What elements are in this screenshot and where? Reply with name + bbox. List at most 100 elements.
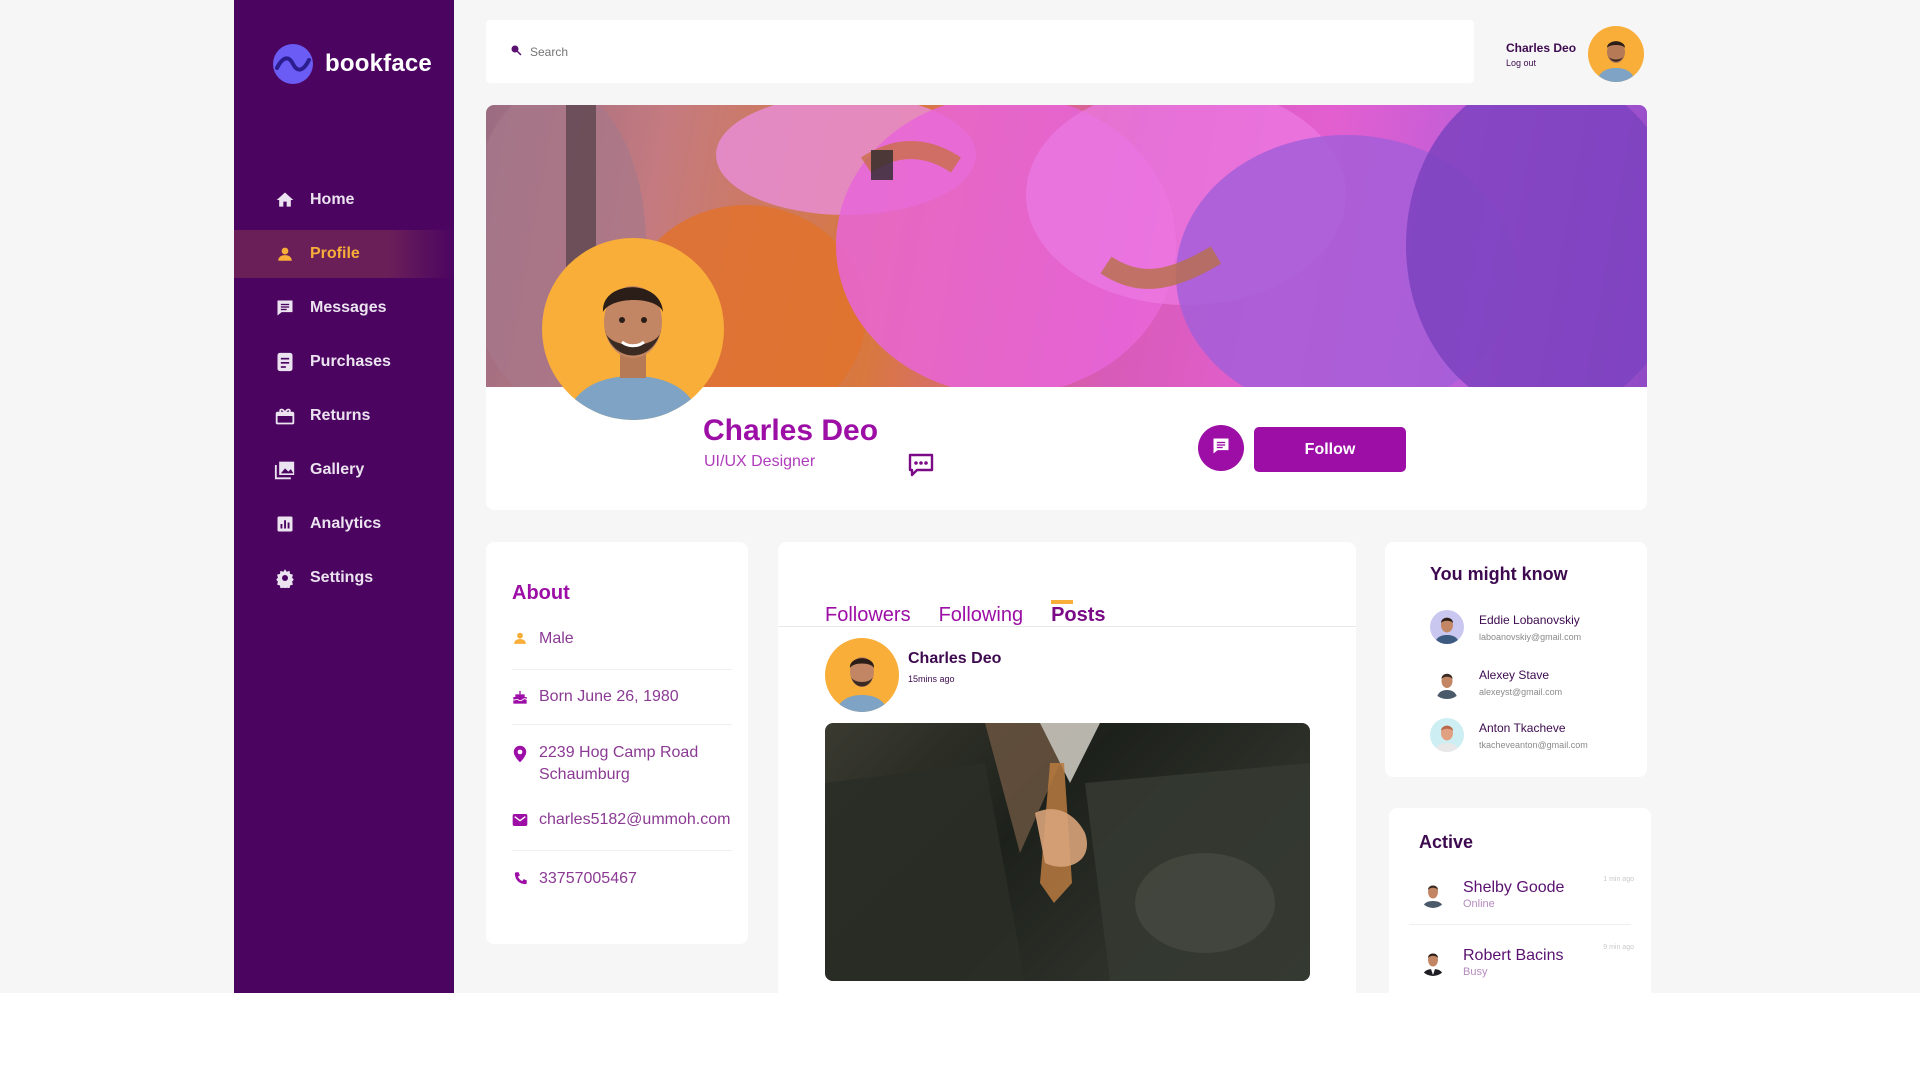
sidebar-item-label: Analytics bbox=[310, 515, 382, 532]
active-users-card: Active Shelby Goode Online 1 min ago Rob… bbox=[1389, 808, 1651, 993]
sidebar-item-messages[interactable]: Messages bbox=[234, 284, 454, 332]
search-input[interactable] bbox=[530, 44, 1130, 59]
person-icon bbox=[512, 631, 528, 645]
suggestion-email: alexeyst@gmail.com bbox=[1479, 686, 1563, 697]
sidebar: bookface Home Profile Messages Purchases… bbox=[234, 0, 454, 993]
app-logo[interactable]: bookface bbox=[273, 44, 432, 84]
post-author-name[interactable]: Charles Deo bbox=[908, 650, 1001, 668]
sidebar-item-purchases[interactable]: Purchases bbox=[234, 338, 454, 386]
active-user-time: 9 min ago bbox=[1603, 944, 1634, 951]
sidebar-item-gallery[interactable]: Gallery bbox=[234, 446, 454, 494]
message-icon bbox=[274, 297, 296, 319]
profile-role: UI/UX Designer bbox=[704, 453, 816, 470]
divider bbox=[512, 724, 732, 725]
avatar bbox=[1430, 665, 1464, 699]
post-timestamp: 15mins ago bbox=[908, 674, 955, 684]
suggestions-card: You might know Eddie Lobanovskiy laboano… bbox=[1385, 542, 1647, 777]
sidebar-nav: Home Profile Messages Purchases Returns … bbox=[234, 176, 454, 608]
sidebar-item-analytics[interactable]: Analytics bbox=[234, 500, 454, 548]
avatar bbox=[1419, 948, 1447, 976]
sidebar-item-settings[interactable]: Settings bbox=[234, 554, 454, 602]
avatar bbox=[1430, 610, 1464, 644]
suggestion-name: Eddie Lobanovskiy bbox=[1479, 612, 1580, 627]
sidebar-item-home[interactable]: Home bbox=[234, 176, 454, 224]
divider bbox=[512, 850, 732, 851]
user-menu[interactable]: Charles Deo Log out bbox=[1506, 26, 1645, 82]
about-gender: Male bbox=[512, 628, 732, 650]
message-button[interactable] bbox=[1198, 425, 1244, 471]
tab-following[interactable]: Following bbox=[939, 604, 1023, 627]
active-user-item[interactable]: Robert Bacins Busy 9 min ago bbox=[1419, 938, 1634, 986]
active-user-status: Online bbox=[1463, 897, 1495, 910]
avatar[interactable] bbox=[1588, 26, 1645, 82]
sidebar-item-label: Gallery bbox=[310, 461, 365, 478]
search-bar[interactable] bbox=[486, 20, 1474, 83]
sidebar-item-label: Profile bbox=[310, 245, 360, 262]
app-name: bookface bbox=[325, 50, 432, 77]
about-phone-value[interactable]: 33757005467 bbox=[539, 868, 637, 890]
feed-tabs: Followers Following Posts bbox=[825, 600, 1134, 627]
home-icon bbox=[274, 189, 296, 211]
gift-box-icon bbox=[274, 405, 296, 427]
sidebar-item-label: Settings bbox=[310, 569, 374, 586]
post-image[interactable] bbox=[825, 723, 1310, 981]
suggestion-email: tkacheveanton@gmail.com bbox=[1479, 739, 1588, 750]
about-phone: 33757005467 bbox=[512, 868, 732, 890]
gear-icon bbox=[274, 567, 296, 589]
profile-card: Charles Deo UI/UX Designer Follow bbox=[486, 105, 1647, 510]
suggestions-title: You might know bbox=[1430, 564, 1568, 584]
about-email: charles5182@ummoh.com bbox=[512, 809, 732, 831]
sidebar-item-profile[interactable]: Profile bbox=[234, 230, 454, 278]
divider bbox=[778, 626, 1356, 627]
cake-icon bbox=[512, 689, 528, 705]
post-author-avatar[interactable] bbox=[825, 638, 899, 712]
sidebar-item-label: Returns bbox=[310, 407, 371, 424]
chat-bubble-icon[interactable] bbox=[908, 453, 934, 482]
follow-button[interactable]: Follow bbox=[1254, 427, 1406, 472]
profile-name: Charles Deo bbox=[703, 414, 879, 447]
sidebar-item-label: Home bbox=[310, 191, 355, 208]
avatar bbox=[1419, 880, 1447, 908]
about-birthday: Born June 26, 1980 bbox=[512, 686, 732, 708]
active-user-time: 1 min ago bbox=[1603, 876, 1634, 883]
mail-icon bbox=[512, 812, 528, 828]
sidebar-item-label: Purchases bbox=[310, 353, 391, 370]
about-address: 2239 Hog Camp Road Schaumburg bbox=[512, 742, 732, 786]
bar-chart-icon bbox=[274, 513, 296, 535]
suggestion-name: Alexey Stave bbox=[1479, 667, 1550, 682]
address-line-1: 2239 Hog Camp Road bbox=[539, 744, 699, 761]
tab-followers[interactable]: Followers bbox=[825, 604, 911, 627]
active-user-name: Shelby Goode bbox=[1463, 878, 1565, 896]
suggestion-name: Anton Tkacheve bbox=[1479, 720, 1566, 735]
logout-link[interactable]: Log out bbox=[1506, 58, 1576, 68]
message-icon bbox=[1211, 436, 1231, 461]
active-user-status: Busy bbox=[1463, 965, 1488, 978]
app-viewport: bookface Home Profile Messages Purchases… bbox=[0, 0, 1920, 993]
photo-library-icon bbox=[274, 459, 296, 481]
current-user-name: Charles Deo bbox=[1506, 40, 1577, 55]
divider bbox=[512, 669, 732, 670]
feed-card: Followers Following Posts Charles Deo 15… bbox=[778, 542, 1356, 993]
sidebar-item-label: Messages bbox=[310, 299, 387, 316]
location-pin-icon bbox=[512, 745, 528, 763]
about-title: About bbox=[512, 582, 570, 604]
profile-avatar[interactable] bbox=[542, 238, 724, 420]
about-email-value[interactable]: charles5182@ummoh.com bbox=[539, 809, 730, 831]
search-icon bbox=[510, 43, 522, 61]
sidebar-item-returns[interactable]: Returns bbox=[234, 392, 454, 440]
about-card: About Male Born June 26, 1980 2239 Hog C… bbox=[486, 542, 748, 944]
suggestion-item[interactable]: Alexey Stave alexeyst@gmail.com bbox=[1430, 665, 1562, 699]
tab-posts[interactable]: Posts bbox=[1051, 600, 1106, 627]
receipt-icon bbox=[274, 351, 296, 373]
suggestion-email: laboanovskiy@gmail.com bbox=[1479, 631, 1582, 642]
active-user-name: Robert Bacins bbox=[1463, 946, 1564, 964]
about-gender-value: Male bbox=[539, 630, 574, 647]
divider bbox=[1409, 924, 1631, 925]
about-address-value: 2239 Hog Camp Road Schaumburg bbox=[539, 742, 698, 786]
avatar bbox=[1430, 718, 1464, 752]
active-user-item[interactable]: Shelby Goode Online 1 min ago bbox=[1419, 870, 1634, 918]
suggestion-item[interactable]: Eddie Lobanovskiy laboanovskiy@gmail.com bbox=[1430, 610, 1581, 644]
logo-icon bbox=[273, 44, 313, 84]
suggestion-item[interactable]: Anton Tkacheve tkacheveanton@gmail.com bbox=[1430, 718, 1588, 752]
phone-icon bbox=[512, 871, 528, 886]
